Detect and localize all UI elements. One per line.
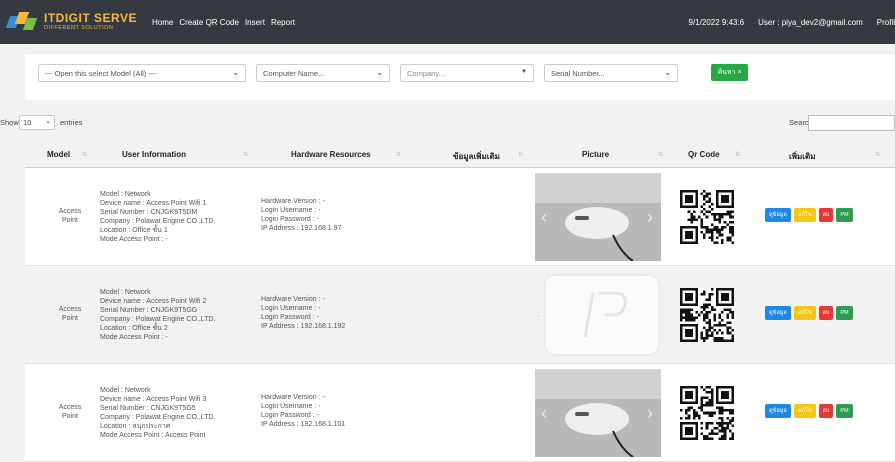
sort-icon[interactable]: ⇅ <box>875 151 880 158</box>
device-photo: ‹ › <box>535 369 661 457</box>
company-select[interactable]: Company... ▼ <box>400 64 534 82</box>
qr-code[interactable] <box>678 386 736 440</box>
nav-link-report[interactable]: Report <box>271 18 295 27</box>
col-picture[interactable]: Picture <box>582 150 609 159</box>
hardware-cell: Hardware Version : - Login Username : - Lo… <box>261 394 346 429</box>
assets-table: Model ⇅ User Information ⇅ Hardware Reso… <box>25 142 895 462</box>
svg-text:›: › <box>647 403 653 423</box>
chevron-down-icon: ⌄ <box>232 68 239 77</box>
detail-button[interactable]: ดูข้อมูล <box>765 208 791 222</box>
row-actions: ดูข้อมูล แก้ไข ลบ PM <box>765 208 856 222</box>
col-model[interactable]: Model <box>47 150 70 159</box>
col-user-info[interactable]: User Information <box>122 150 186 159</box>
sort-icon[interactable]: ⇅ <box>658 151 663 158</box>
nav-datetime: 9/1/2022 9:43:6 <box>688 17 745 27</box>
detail-button[interactable]: ดูข้อมูล <box>765 404 791 418</box>
edit-button[interactable]: แก้ไข <box>794 404 816 418</box>
brand-logo[interactable]: ITDIGIT SERVE DIFFERENT SOLUTION <box>5 10 138 34</box>
detail-button[interactable]: ดูข้อมูล <box>765 306 791 320</box>
pm-button[interactable]: PM <box>836 404 853 418</box>
sort-icon[interactable]: ⇅ <box>518 151 523 158</box>
serial-number-select[interactable]: Serial Number... ⌄ <box>544 64 678 82</box>
qr-code[interactable] <box>678 190 736 244</box>
entries-length-select[interactable]: 10 ⌄ <box>19 115 55 130</box>
col-extra-info[interactable]: ข้อมูลเพิ่มเติม <box>453 150 500 163</box>
device-photo-carousel[interactable]: ‹ › <box>535 369 661 457</box>
nav-link-create-qr[interactable]: Create QR Code <box>179 18 239 27</box>
sort-icon[interactable]: ⇅ <box>82 151 87 158</box>
edit-button[interactable]: แก้ไข <box>794 306 816 320</box>
user-info-cell: Model : Network Device name : Access Poin… <box>100 387 216 440</box>
svg-text::: : <box>537 309 539 318</box>
pm-button[interactable]: PM <box>836 208 853 222</box>
delete-button[interactable]: ลบ <box>819 306 833 320</box>
device-photo-carousel[interactable]: : <box>535 271 661 359</box>
delete-button[interactable]: ลบ <box>819 404 833 418</box>
logo-subtitle: DIFFERENT SOLUTION <box>44 25 114 32</box>
logo-mark-icon <box>5 10 40 34</box>
close-x-icon: × <box>737 69 742 76</box>
serial-number-value: Serial Number... <box>551 69 605 78</box>
top-navbar: ITDIGIT SERVE DIFFERENT SOLUTION Home Cr… <box>0 0 895 44</box>
device-photo-carousel[interactable]: ‹ › <box>535 173 661 261</box>
filter-card: --- Open this select Model (All) --- ⌄ C… <box>25 54 895 100</box>
datatable-controls: Show 10 ⌄ entries Search: <box>0 115 895 131</box>
logo-title: ITDIGIT SERVE <box>44 11 137 26</box>
sort-icon[interactable]: ⇅ <box>735 151 740 158</box>
table-row: Access Point Model : Network Device name :… <box>25 364 895 462</box>
row-actions: ดูข้อมูล แก้ไข ลบ PM <box>765 404 856 418</box>
model-cell: Access Point <box>58 208 82 224</box>
device-photo: ‹ › <box>535 173 661 261</box>
company-value: Company... <box>407 69 445 78</box>
hardware-cell: Hardware Version : - Login Username : - Lo… <box>261 198 342 233</box>
chevron-down-icon: ⌄ <box>45 118 51 125</box>
pm-button[interactable]: PM <box>836 306 853 320</box>
edit-button[interactable]: แก้ไข <box>794 208 816 222</box>
nav-link-profile[interactable]: Profil <box>877 18 895 27</box>
user-info-cell: Model : Network Device name : Access Poin… <box>100 191 216 244</box>
nav-user: User : piya_dev2@gmail.com <box>758 17 863 27</box>
chevron-down-icon: ⌄ <box>664 68 671 77</box>
search-input[interactable] <box>808 115 895 131</box>
nav-link-home[interactable]: Home <box>152 18 173 27</box>
qr-code[interactable] <box>678 288 736 342</box>
svg-text:‹: ‹ <box>541 207 547 227</box>
sort-icon[interactable]: ⇅ <box>243 151 248 158</box>
svg-text:‹: ‹ <box>541 403 547 423</box>
entries-label: entries <box>60 118 83 127</box>
nav-link-insert[interactable]: Insert <box>245 18 265 27</box>
computer-name-value: Computer Name... <box>263 69 325 78</box>
hardware-cell: Hardware Version : - Login Username : - Lo… <box>261 296 346 331</box>
chevron-down-icon: ⌄ <box>376 68 383 77</box>
sort-icon[interactable]: ⇅ <box>396 151 401 158</box>
delete-button[interactable]: ลบ <box>819 208 833 222</box>
caret-down-icon: ▼ <box>521 69 527 75</box>
col-more[interactable]: เพิ่มเติม <box>789 150 815 163</box>
row-actions: ดูข้อมูล แก้ไข ลบ PM <box>765 306 856 320</box>
computer-name-select[interactable]: Computer Name... ⌄ <box>256 64 390 82</box>
search-button[interactable]: ค้นหา × <box>711 64 748 81</box>
svg-text:›: › <box>647 207 653 227</box>
col-qr-code[interactable]: Qr Code <box>688 150 720 159</box>
table-row: Access Point Model : Network Device name :… <box>25 266 895 364</box>
table-header: Model ⇅ User Information ⇅ Hardware Reso… <box>25 142 895 168</box>
table-row: Access Point Model : Network Device name :… <box>25 168 895 266</box>
col-hardware[interactable]: Hardware Resources <box>291 150 371 159</box>
model-cell: Access Point <box>58 404 82 420</box>
model-select[interactable]: --- Open this select Model (All) --- ⌄ <box>38 64 246 82</box>
show-label: Show <box>0 118 19 127</box>
user-info-cell: Model : Network Device name : Access Poin… <box>100 289 216 342</box>
device-photo: : <box>535 271 661 359</box>
model-cell: Access Point <box>58 306 82 322</box>
model-select-value: --- Open this select Model (All) --- <box>45 69 156 78</box>
